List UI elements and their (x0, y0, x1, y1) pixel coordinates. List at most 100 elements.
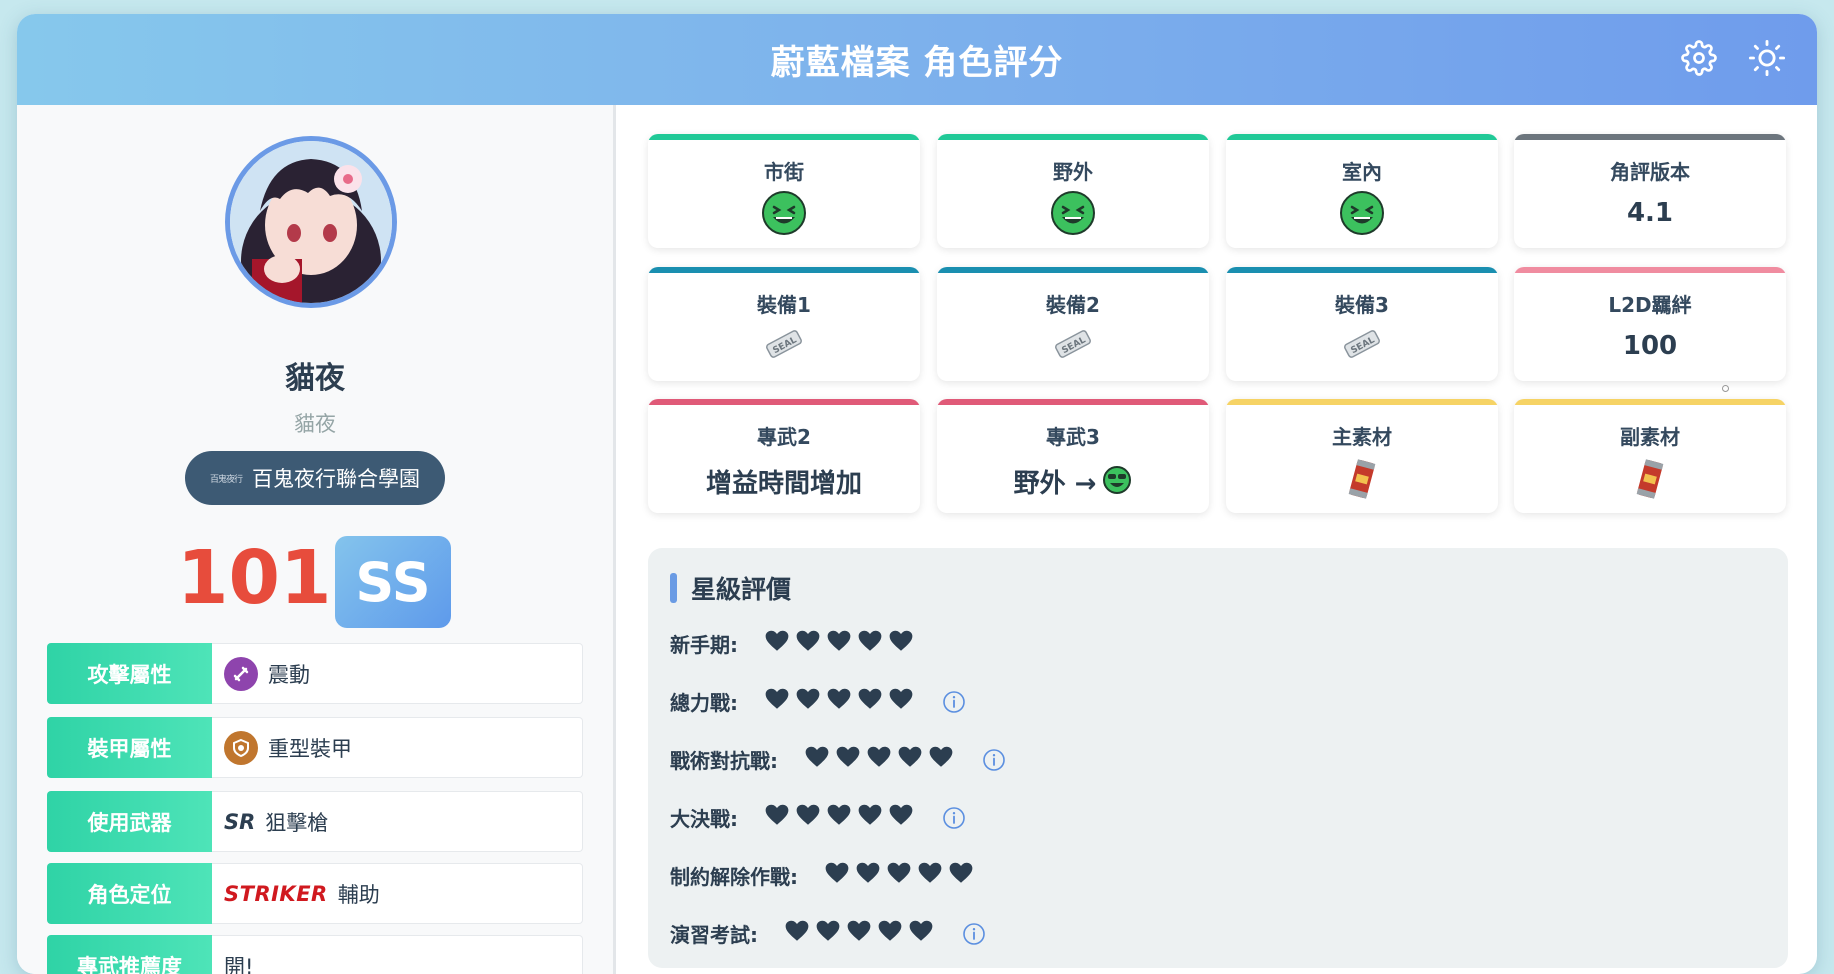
sealed-equipment-icon: SEAL (648, 327, 920, 361)
card-label: 專武2 (648, 421, 920, 450)
role-tag: STRIKER (224, 882, 328, 906)
gear-icon[interactable] (1679, 38, 1719, 78)
heart-icon (948, 860, 974, 891)
card-main-material: 主素材 (1226, 399, 1498, 513)
info-value: 重型裝甲 (268, 733, 352, 763)
card-label: 主素材 (1226, 421, 1498, 450)
school-name: 百鬼夜行聯合學園 (252, 463, 420, 493)
heart-icon (795, 802, 821, 833)
energy-drink-icon (1514, 457, 1786, 501)
info-row-armor-type: 裝甲屬性 重型裝甲 (47, 717, 583, 778)
card-label: 角評版本 (1514, 156, 1786, 185)
sun-icon[interactable] (1747, 38, 1787, 78)
heart-icon (764, 628, 790, 659)
character-sidebar: 貓夜 貓夜 百鬼夜行 百鬼夜行聯合學園 101 SS 攻擊屬性 震動 裝甲屬性 … (17, 105, 616, 974)
card-label: 室內 (1226, 156, 1498, 185)
vibration-icon (224, 657, 258, 691)
heart-icon (855, 860, 881, 891)
heart-icon (857, 628, 883, 659)
heart-icon (826, 628, 852, 659)
title-accent-bar (670, 573, 677, 603)
info-label: 攻擊屬性 (47, 643, 212, 704)
heart-icon (835, 744, 861, 775)
avatar (225, 136, 397, 308)
card-l2d-bond: L2D羈絆 100 (1514, 267, 1786, 381)
star-rating-row: 制約解除作戰: (670, 860, 974, 891)
energy-drink-icon (1226, 457, 1498, 501)
card-label: L2D羈絆 (1514, 289, 1786, 318)
star-rating-panel: 星級評價 新手期: 總力戰: 戰術對抗戰: 大決戰: 制約解除作戰: 演習考試: (648, 548, 1788, 968)
card-label: 副素材 (1514, 421, 1786, 450)
card-label: 市街 (648, 156, 920, 185)
info-label: 專武推薦度 (47, 935, 212, 974)
card-indoor: 室內 (1226, 134, 1498, 248)
card-value: 4.1 (1514, 198, 1786, 228)
character-score: 101 (177, 535, 331, 621)
star-rating-title: 星級評價 (691, 570, 791, 606)
heart-rating (764, 628, 914, 659)
grade-badge: SS (335, 536, 451, 628)
heart-icon (784, 918, 810, 949)
card-unique-weapon-3: 專武3 野外 → (937, 399, 1209, 513)
info-icon[interactable] (942, 690, 966, 714)
heart-icon (815, 918, 841, 949)
heart-icon (846, 918, 872, 949)
grin-face-icon (648, 190, 920, 236)
info-row-weapon: 使用武器 SR 狙擊槍 (47, 791, 583, 852)
info-icon[interactable] (962, 922, 986, 946)
sealed-equipment-icon: SEAL (1226, 327, 1498, 361)
star-rating-label: 新手期: (670, 629, 738, 658)
character-subname: 貓夜 (17, 408, 613, 438)
heavy-armor-icon (224, 731, 258, 765)
info-label: 角色定位 (47, 863, 212, 924)
heart-rating (764, 802, 914, 833)
heart-icon (886, 860, 912, 891)
heart-rating (824, 860, 974, 891)
card-outdoor: 野外 (937, 134, 1209, 248)
info-row-unique-weapon: 專武推薦度 開! (47, 935, 583, 974)
info-value: 開! (224, 951, 253, 974)
heart-icon (764, 686, 790, 717)
star-rating-label: 制約解除作戰: (670, 861, 798, 890)
heart-icon (897, 744, 923, 775)
grin-face-icon (1226, 190, 1498, 236)
weapon-type-tag: SR (224, 810, 255, 834)
heart-icon (857, 686, 883, 717)
card-equipment-1: 裝備1 SEAL (648, 267, 920, 381)
card-unique-weapon-2: 專武2 增益時間增加 (648, 399, 920, 513)
character-name: 貓夜 (17, 353, 613, 397)
heart-icon (824, 860, 850, 891)
heart-icon (866, 744, 892, 775)
heart-icon (826, 686, 852, 717)
school-logo-icon: 百鬼夜行 (210, 472, 242, 485)
info-row-attack-type: 攻擊屬性 震動 (47, 643, 583, 704)
star-rating-label: 演習考試: (670, 919, 758, 948)
info-icon[interactable] (942, 806, 966, 830)
heart-icon (928, 744, 954, 775)
card-value: 增益時間增加 (648, 463, 920, 500)
star-rating-label: 戰術對抗戰: (670, 745, 778, 774)
card-label: 裝備2 (937, 289, 1209, 318)
school-badge[interactable]: 百鬼夜行 百鬼夜行聯合學園 (185, 451, 445, 505)
star-rating-row: 大決戰: (670, 802, 966, 833)
sealed-equipment-icon: SEAL (937, 327, 1209, 361)
card-equipment-2: 裝備2 SEAL (937, 267, 1209, 381)
info-value: 輔助 (338, 879, 380, 909)
card-value: 100 (1514, 331, 1786, 361)
sunglasses-face-icon (1102, 465, 1132, 499)
info-label: 使用武器 (47, 791, 212, 852)
card-label: 裝備3 (1226, 289, 1498, 318)
decorative-dot (1722, 385, 1729, 392)
heart-icon (877, 918, 903, 949)
card-sub-material: 副素材 (1514, 399, 1786, 513)
heart-icon (795, 628, 821, 659)
grin-face-icon (937, 190, 1209, 236)
heart-rating (804, 744, 954, 775)
star-rating-row: 總力戰: (670, 686, 966, 717)
card-label: 專武3 (937, 421, 1209, 450)
heart-rating (764, 686, 914, 717)
card-label: 野外 (937, 156, 1209, 185)
info-icon[interactable] (982, 748, 1006, 772)
app-header: 蔚藍檔案 角色評分 (17, 14, 1817, 105)
heart-icon (888, 686, 914, 717)
